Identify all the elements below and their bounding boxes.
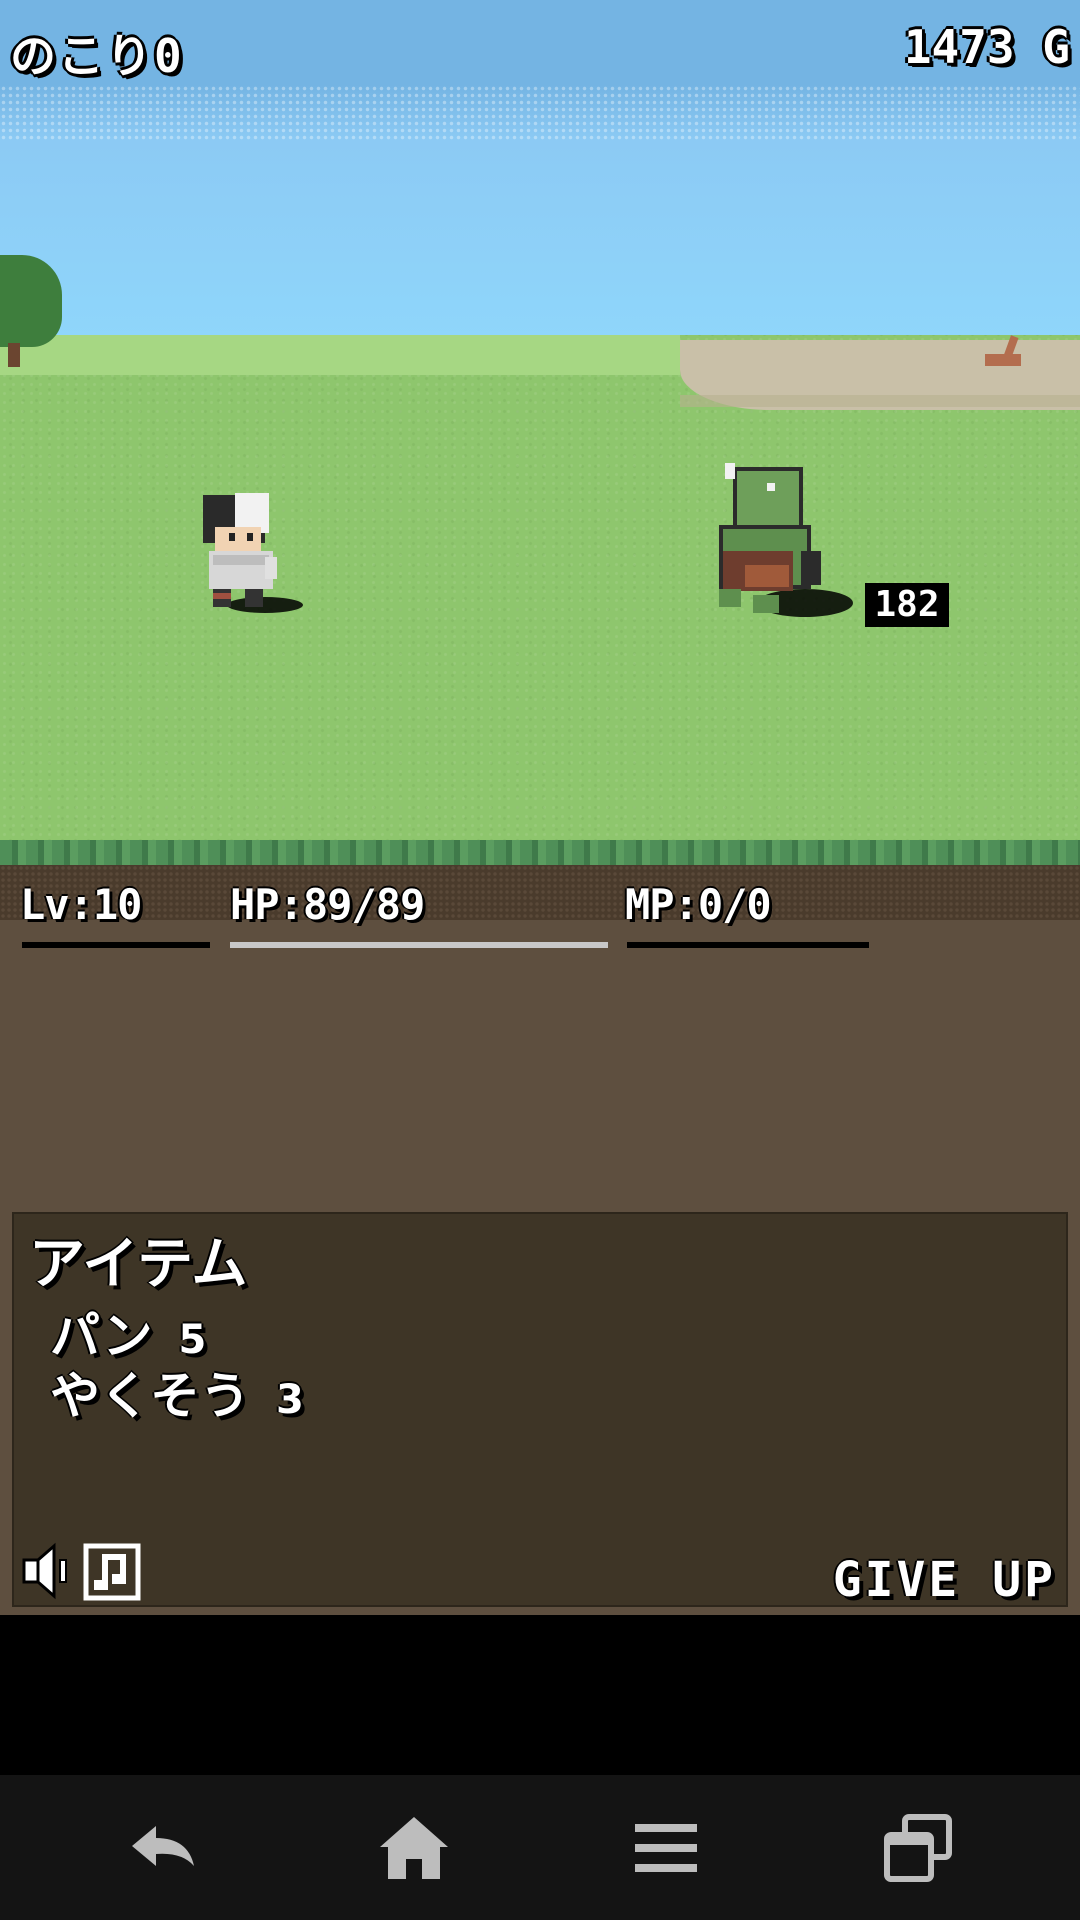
hp-label: HP:89/89 [230, 880, 425, 929]
menu-icon [635, 1823, 697, 1872]
hp-bar-track [230, 942, 608, 948]
item-qty: 3 [276, 1377, 304, 1423]
sky-dither [0, 85, 1080, 140]
mp-label: MP:0/0 [625, 880, 772, 929]
item-row[interactable]: やくそう 3 [50, 1356, 304, 1428]
back-icon [132, 1825, 194, 1866]
tree [0, 255, 62, 367]
item-panel: アイテム パン 5 やくそう 3 GIVE UP [12, 1212, 1068, 1608]
hero-sprite [203, 493, 303, 613]
dirt-band [0, 865, 1080, 925]
hp-bar-fill [230, 942, 608, 948]
recent-apps-button[interactable] [868, 1805, 968, 1890]
tree-leaves [0, 255, 62, 347]
speaker-icon[interactable] [22, 1542, 72, 1600]
remaining-counter: のこり0 [10, 29, 184, 83]
level-bar [22, 942, 210, 948]
dirt-path-shade [680, 395, 1080, 407]
give-up-button[interactable]: GIVE UP [833, 1552, 1056, 1608]
back-button[interactable] [112, 1805, 212, 1890]
mp-bar-track [627, 942, 869, 948]
damage-number: 182 [865, 583, 949, 627]
item-panel-title: アイテム [29, 1232, 248, 1297]
stump [985, 330, 1025, 370]
music-note-icon[interactable] [82, 1542, 142, 1602]
home-button[interactable] [364, 1805, 464, 1890]
level-label: Lv:10 [20, 880, 142, 929]
item-name: やくそう [50, 1367, 250, 1425]
game-screen: のこり0 1473 G 182 Lv:10 HP:89/89 MP:0/0 アイ… [0, 0, 1080, 1615]
tree-trunk [8, 343, 20, 367]
gold-counter: 1473 G [903, 20, 1070, 74]
home-icon [380, 1816, 448, 1879]
menu-button[interactable] [616, 1805, 716, 1890]
goblin-enemy-sprite [719, 463, 853, 617]
android-navbar [0, 1775, 1080, 1920]
distant-grass [0, 335, 680, 375]
dirt-ground [0, 920, 1080, 1210]
recent-apps-icon [884, 1813, 952, 1882]
